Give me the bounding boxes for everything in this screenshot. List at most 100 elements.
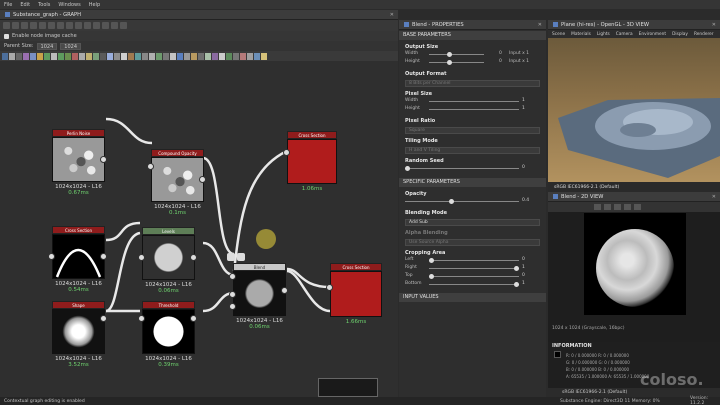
view3d-menu-lights[interactable]: Lights: [597, 32, 610, 37]
menu-file[interactable]: File: [4, 2, 12, 8]
tool-button[interactable]: [111, 22, 118, 29]
crop-left-slider[interactable]: [429, 258, 519, 263]
view3d-menu-environment[interactable]: Environment: [639, 32, 666, 37]
output-port[interactable]: [100, 253, 107, 260]
parent-size-height-select[interactable]: 1024: [60, 42, 82, 50]
tool-button[interactable]: [21, 22, 28, 29]
library-icon[interactable]: [128, 52, 134, 60]
library-icon[interactable]: [121, 52, 127, 60]
library-icon[interactable]: [149, 52, 155, 60]
output-port[interactable]: [100, 315, 107, 322]
output-port[interactable]: [281, 287, 288, 294]
menu-edit[interactable]: Edit: [20, 2, 30, 8]
tool-button[interactable]: [3, 22, 10, 29]
channel-button[interactable]: [594, 204, 601, 210]
input-port[interactable]: [229, 273, 236, 280]
channel-button[interactable]: [604, 204, 611, 210]
node-cross-section-right[interactable]: Cross Section 1.66ms: [326, 263, 382, 325]
view3d-menu-materials[interactable]: Materials: [571, 32, 591, 37]
input-values-header[interactable]: INPUT VALUES: [399, 293, 546, 302]
close-icon[interactable]: ✕: [538, 22, 542, 28]
blending-mode-dropdown[interactable]: Add Sub: [405, 219, 540, 226]
library-icon[interactable]: [261, 52, 267, 60]
slider-knob[interactable]: [449, 199, 454, 204]
output-format-dropdown[interactable]: 8 Bits per Channel: [405, 80, 540, 87]
view3d-menu-camera[interactable]: Camera: [616, 32, 633, 37]
view2d-title[interactable]: Blend - 2D VIEW ✕: [548, 192, 720, 202]
specific-parameters-header[interactable]: SPECIFIC PARAMETERS: [399, 178, 546, 187]
library-icon[interactable]: [72, 52, 78, 60]
output-width-slider[interactable]: [429, 52, 484, 57]
slider-knob[interactable]: [447, 52, 452, 57]
slider-knob[interactable]: [429, 274, 434, 279]
output-port[interactable]: [100, 156, 107, 163]
library-icon[interactable]: [2, 52, 8, 60]
tool-button[interactable]: [102, 22, 109, 29]
slider-knob[interactable]: [405, 166, 410, 171]
tool-button[interactable]: [66, 22, 73, 29]
graph-minimap[interactable]: [318, 378, 378, 397]
view3d-viewport[interactable]: [548, 38, 720, 182]
library-icon[interactable]: [114, 52, 120, 60]
library-icon[interactable]: [219, 52, 225, 60]
cache-checkbox[interactable]: [4, 33, 9, 39]
input-port[interactable]: [147, 163, 154, 170]
library-icon[interactable]: [44, 52, 50, 60]
node-blend[interactable]: Blend 1024x1024 - L16 0.06ms: [227, 253, 288, 330]
input-port[interactable]: [138, 254, 145, 261]
library-icon[interactable]: [177, 52, 183, 60]
node-compound-opacity[interactable]: Compound Opacity 1024x1024 - L16 0.1ms: [147, 149, 206, 216]
tool-button[interactable]: [75, 22, 82, 29]
library-icon[interactable]: [135, 52, 141, 60]
library-icon[interactable]: [226, 52, 232, 60]
crop-top-slider[interactable]: [429, 274, 519, 279]
library-icon[interactable]: [170, 52, 176, 60]
view2d-colorspace[interactable]: sRGB IEC61966-2.1 (Default): [562, 390, 627, 395]
channel-button[interactable]: [634, 204, 641, 210]
output-port[interactable]: [190, 254, 197, 261]
library-icon[interactable]: [254, 52, 260, 60]
node-cross-section-left[interactable]: Cross Section 1024x1024 - L16 0.54ms: [48, 226, 107, 293]
view3d-menu-display[interactable]: Display: [672, 32, 688, 37]
pixel-height-slider[interactable]: [429, 109, 519, 110]
library-icon[interactable]: [23, 52, 29, 60]
library-icon[interactable]: [247, 52, 253, 60]
menu-tools[interactable]: Tools: [38, 2, 50, 8]
input-port[interactable]: [283, 149, 290, 156]
input-port[interactable]: [229, 291, 236, 298]
frame-icon[interactable]: [227, 253, 235, 261]
properties-panel-title[interactable]: Blend - PROPERTIES ✕: [399, 20, 546, 30]
tool-button[interactable]: [84, 22, 91, 29]
alpha-blending-dropdown[interactable]: Use Source Alpha: [405, 239, 540, 246]
tool-button[interactable]: [12, 22, 19, 29]
library-icon[interactable]: [79, 52, 85, 60]
input-port[interactable]: [229, 303, 236, 310]
tool-button[interactable]: [39, 22, 46, 29]
tool-button[interactable]: [93, 22, 100, 29]
slider-knob[interactable]: [447, 60, 452, 65]
node-perlin-noise[interactable]: Perlin Noise 1024x1024 - L16 0.67ms: [52, 129, 107, 196]
output-port[interactable]: [199, 176, 206, 183]
crop-right-slider[interactable]: [429, 266, 519, 271]
random-seed-slider[interactable]: [405, 166, 519, 171]
menu-help[interactable]: Help: [89, 2, 100, 8]
output-height-mode[interactable]: Input x 1: [509, 59, 529, 64]
preview-icon[interactable]: [237, 253, 245, 261]
library-icon[interactable]: [198, 52, 204, 60]
library-icon[interactable]: [93, 52, 99, 60]
library-icon[interactable]: [100, 52, 106, 60]
view3d-menu-scene[interactable]: Scene: [552, 32, 565, 37]
library-icon[interactable]: [86, 52, 92, 60]
output-height-slider[interactable]: [429, 60, 484, 65]
graph-canvas[interactable]: Perlin Noise 1024x1024 - L16 0.67ms Comp…: [0, 61, 398, 397]
library-icon[interactable]: [191, 52, 197, 60]
input-port[interactable]: [138, 315, 145, 322]
tool-button[interactable]: [57, 22, 64, 29]
library-icon[interactable]: [30, 52, 36, 60]
close-icon[interactable]: ✕: [712, 194, 716, 200]
menu-windows[interactable]: Windows: [58, 2, 80, 8]
slider-knob[interactable]: [514, 266, 519, 271]
channel-button[interactable]: [624, 204, 631, 210]
channel-button[interactable]: [614, 204, 621, 210]
library-icon[interactable]: [156, 52, 162, 60]
